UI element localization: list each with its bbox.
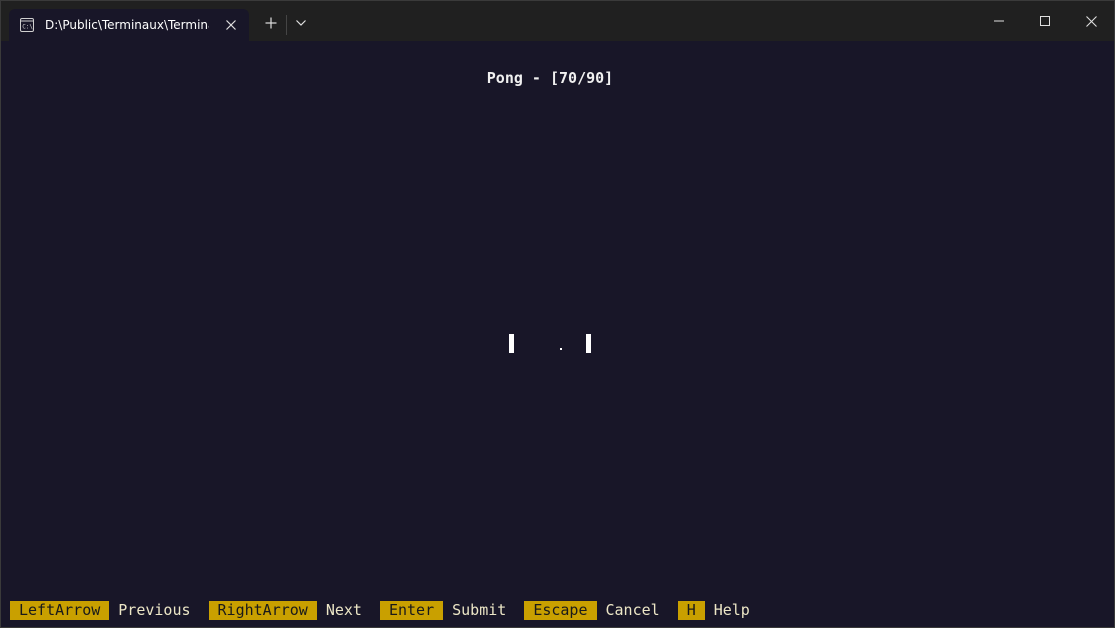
key-escape[interactable]: Escape (524, 601, 597, 620)
terminal-icon: C:\ (19, 17, 35, 33)
close-tab-icon[interactable] (223, 17, 239, 33)
key-label-next: Next (325, 601, 362, 619)
plus-icon (265, 17, 277, 29)
close-icon (1085, 15, 1097, 27)
svg-text:C:\: C:\ (22, 24, 33, 31)
key-rightarrow[interactable]: RightArrow (208, 601, 317, 620)
right-paddle (586, 334, 591, 353)
title-bar: C:\ D:\Public\Terminaux\Terminaux (1, 1, 1114, 41)
key-label-help: Help (713, 601, 750, 619)
minimize-button[interactable] (976, 1, 1022, 41)
chevron-down-icon (296, 20, 306, 26)
tab-dropdown-button[interactable] (287, 9, 315, 37)
maximize-icon (1040, 16, 1050, 26)
key-label-previous: Previous (118, 601, 191, 619)
game-title: Pong - [70/90] (486, 69, 614, 87)
key-enter[interactable]: Enter (379, 601, 444, 620)
key-leftarrow[interactable]: LeftArrow (10, 601, 110, 620)
key-h[interactable]: H (677, 601, 705, 620)
terminal-window: C:\ D:\Public\Terminaux\Terminaux (0, 0, 1115, 628)
key-label-cancel: Cancel (605, 601, 660, 619)
terminal-content[interactable]: Pong - [70/90] LeftArrow Previous RightA… (1, 41, 1114, 627)
minimize-icon (994, 20, 1004, 22)
tab-terminal[interactable]: C:\ D:\Public\Terminaux\Terminaux (9, 9, 249, 41)
key-label-submit: Submit (452, 601, 507, 619)
keybinding-bar: LeftArrow Previous RightArrow Next Enter… (10, 601, 768, 620)
tab-title: D:\Public\Terminaux\Terminaux (45, 18, 209, 32)
left-paddle (509, 334, 514, 353)
close-window-button[interactable] (1068, 1, 1114, 41)
ball (560, 348, 562, 350)
maximize-button[interactable] (1022, 1, 1068, 41)
new-tab-button[interactable] (257, 9, 285, 37)
